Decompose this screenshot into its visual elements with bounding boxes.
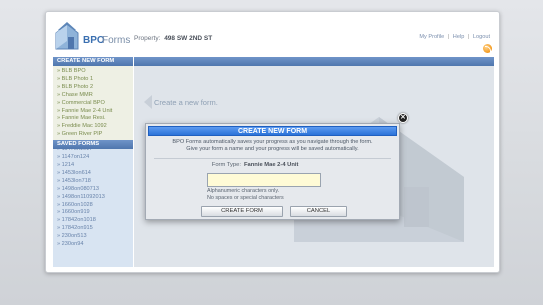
main-title: Create a new form. [154,98,218,107]
form-name-input[interactable] [207,173,321,187]
arrow-icon [144,95,152,109]
logo[interactable]: BPO Forms [54,19,131,57]
my-profile-link[interactable]: My Profile [419,34,444,40]
rss-icon[interactable] [483,44,492,53]
form-type-label: Form Type: [211,162,241,168]
saved-form-item[interactable]: 1214 [53,162,133,170]
create-new-form-heading: CREATE NEW FORM [53,57,133,66]
modal-description: BPO Forms automatically saves your progr… [146,139,399,152]
description-line: BPO Forms automatically saves your progr… [172,139,373,145]
create-form-item[interactable]: BLB Photo 1 [53,76,133,84]
saved-form-item[interactable]: 17842on1018 [53,217,133,225]
create-form-item[interactable]: Fannie Mae 2-4 Unit [53,108,133,116]
main-header-bar [134,57,494,66]
saved-form-item[interactable]: 17842on915 [53,225,133,233]
property-info: Property: 498 SW 2ND ST [134,35,212,42]
divider [154,158,391,159]
create-form-item[interactable]: Freddie Mac 1092 [53,123,133,131]
link-separator: | [467,34,470,40]
create-form-modal: CREATE NEW FORM BPO Forms automatically … [145,123,400,220]
sidebar: CREATE NEW FORM BLB BPO BLB Photo 1 BLB … [53,57,133,267]
create-form-list: BLB BPO BLB Photo 1 BLB Photo 2 Chase MM… [53,66,133,141]
help-link[interactable]: Help [453,34,465,40]
description-line: Give your form a name and your progress … [186,145,359,152]
create-form-item[interactable]: BLB Photo 2 [53,84,133,92]
saved-form-item[interactable]: 230on94 [53,241,133,249]
create-form-item[interactable]: BLB BPO [53,68,133,76]
saved-form-item[interactable]: 1498on11092013 [53,194,133,202]
form-type-value: Fannie Mae 2-4 Unit [244,162,299,168]
cancel-button[interactable]: CANCEL [290,206,347,217]
saved-form-item[interactable]: 1453lon718 [53,178,133,186]
create-form-item[interactable]: Green River PIP [53,131,133,139]
form-name-hint: Alphanumeric characters only. No spaces … [207,188,284,201]
logo-forms-text: Forms [102,35,131,46]
saved-form-item[interactable]: 1453lon614 [53,170,133,178]
saved-form-item[interactable]: 230on513 [53,233,133,241]
saved-form-item[interactable]: 1147on124 [53,154,133,162]
saved-forms-list[interactable]: 1147on1017 1147on124 1214 1453lon614 145… [53,149,133,267]
hint-line: Alphanumeric characters only. [207,188,280,194]
create-form-item[interactable]: Chase MMR [53,92,133,100]
close-icon[interactable]: ✕ [398,113,408,123]
property-label: Property: [134,35,161,42]
saved-form-item[interactable]: 1498on080713 [53,186,133,194]
create-form-item[interactable]: Fannie Mae Resi. [53,115,133,123]
house-logo-icon [55,22,79,50]
logout-link[interactable]: Logout [473,34,490,40]
hint-line: No spaces or special characters [207,194,284,201]
saved-forms-heading: SAVED FORMS [53,140,133,150]
create-form-item[interactable]: Commercial BPO [53,100,133,108]
property-address: 498 SW 2ND ST [164,35,213,42]
link-separator: | [447,34,450,40]
modal-title: CREATE NEW FORM [148,126,397,136]
saved-form-item[interactable]: 1660on919 [53,209,133,217]
create-form-button[interactable]: CREATE FORM [201,206,283,217]
saved-form-item[interactable]: 1660on1028 [53,202,133,210]
top-links: My Profile | Help | Logout [419,34,490,40]
